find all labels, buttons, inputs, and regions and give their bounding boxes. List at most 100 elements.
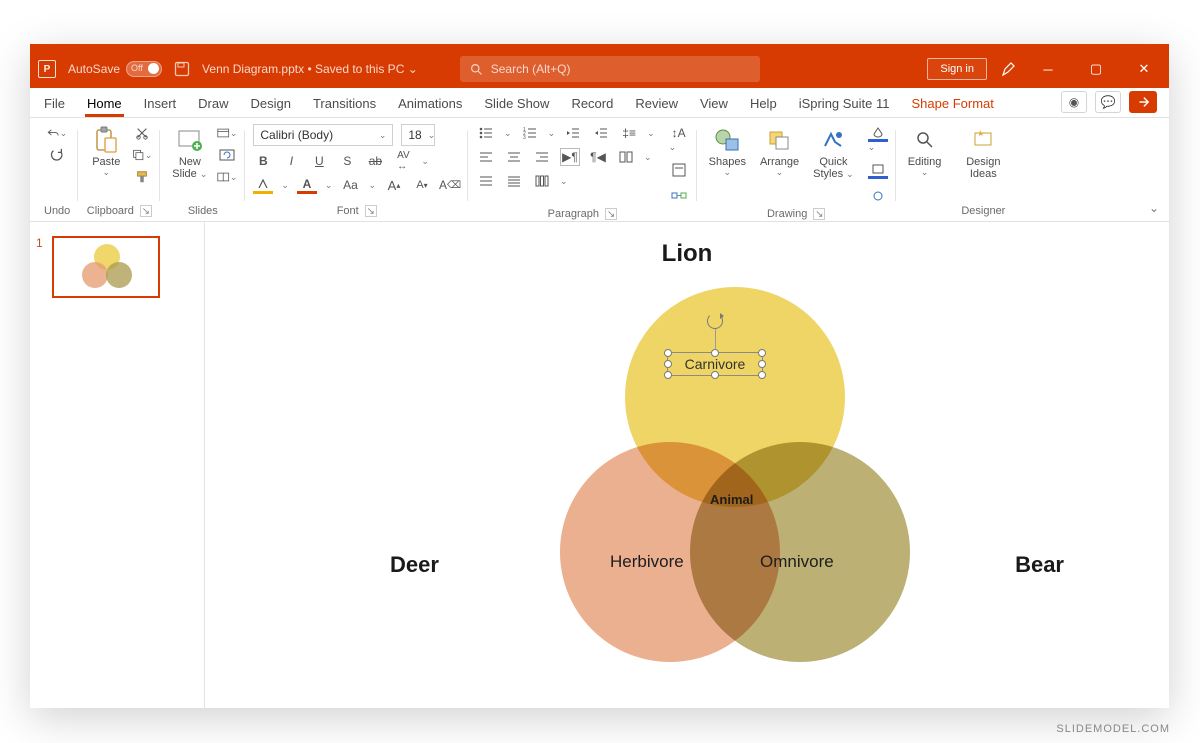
tab-design[interactable]: Design — [249, 90, 293, 117]
arrange-button[interactable]: Arrange⌄ — [756, 124, 803, 180]
slide-thumbnails: 1 — [30, 222, 205, 708]
close-button[interactable]: ✕ — [1127, 54, 1161, 84]
shapes-button[interactable]: Shapes⌄ — [705, 124, 750, 180]
tab-insert[interactable]: Insert — [142, 90, 179, 117]
highlight-button[interactable] — [253, 176, 273, 194]
tab-record[interactable]: Record — [569, 90, 615, 117]
selected-textbox-carnivore[interactable]: Carnivore — [667, 352, 763, 376]
font-name-select[interactable]: Calibri (Body)⌄ — [253, 124, 393, 146]
autosave-label: AutoSave — [68, 62, 120, 76]
copy-button[interactable]: ⌄ — [132, 146, 152, 164]
change-case-button[interactable]: Aa — [340, 176, 360, 194]
tab-home[interactable]: Home — [85, 90, 124, 117]
clear-format-button[interactable]: A⌫ — [440, 176, 460, 194]
format-painter-button[interactable] — [132, 168, 152, 186]
venn-circle-top[interactable] — [625, 287, 845, 507]
search-icon — [470, 63, 483, 76]
handle-tc[interactable] — [711, 349, 719, 357]
reset-button[interactable] — [217, 146, 237, 164]
indent-dec-button[interactable] — [563, 124, 583, 142]
italic-button[interactable]: I — [281, 152, 301, 170]
tab-slideshow[interactable]: Slide Show — [482, 90, 551, 117]
document-title[interactable]: Venn Diagram.pptx • Saved to this PC ⌄ — [202, 62, 418, 76]
shape-fill-button[interactable] — [868, 124, 888, 142]
redo-button[interactable] — [47, 146, 67, 164]
autosave-toggle[interactable]: AutoSave Off — [68, 61, 162, 77]
layout-button[interactable]: ⌄ — [217, 124, 237, 142]
slide-canvas[interactable]: Lion Deer Bear Herbivore Omnivore Animal… — [205, 222, 1169, 708]
handle-tr[interactable] — [758, 349, 766, 357]
tab-shape-format[interactable]: Shape Format — [910, 90, 996, 117]
text-animal[interactable]: Animal — [710, 492, 753, 507]
handle-br[interactable] — [758, 371, 766, 379]
align-left-button[interactable] — [476, 148, 496, 166]
tab-ispring[interactable]: iSpring Suite 11 — [797, 90, 892, 117]
underline-button[interactable]: U — [309, 152, 329, 170]
section-button[interactable]: ⌄ — [217, 168, 237, 186]
minimize-button[interactable]: ─ — [1031, 54, 1065, 84]
more-columns-button[interactable] — [532, 172, 552, 190]
quick-styles-button[interactable]: QuickStyles ⌄ — [809, 124, 858, 182]
font-color-button[interactable]: A — [297, 176, 317, 194]
handle-bl[interactable] — [664, 371, 672, 379]
handle-bc[interactable] — [711, 371, 719, 379]
record-indicator-button[interactable]: ◉ — [1061, 91, 1087, 113]
bullets-button[interactable] — [476, 124, 496, 142]
undo-button[interactable]: ⌄ — [47, 124, 67, 142]
numbering-button[interactable]: 123 — [520, 124, 540, 142]
tab-help[interactable]: Help — [748, 90, 779, 117]
cut-button[interactable] — [132, 124, 152, 142]
handle-tl[interactable] — [664, 349, 672, 357]
new-slide-button[interactable]: NewSlide ⌄ — [168, 124, 211, 182]
para-launcher[interactable]: ↘ — [605, 208, 617, 220]
clipboard-launcher[interactable]: ↘ — [140, 205, 152, 217]
bold-button[interactable]: B — [253, 152, 273, 170]
drawing-launcher[interactable]: ↘ — [813, 208, 825, 220]
paste-button[interactable]: Paste⌄ — [86, 124, 126, 180]
share-button[interactable] — [1129, 91, 1157, 113]
text-herbivore[interactable]: Herbivore — [610, 552, 684, 572]
align-center-button[interactable] — [504, 148, 524, 166]
design-ideas-button[interactable]: DesignIdeas — [962, 124, 1004, 182]
align-right-button[interactable] — [532, 148, 552, 166]
save-icon[interactable] — [174, 61, 190, 77]
text-omnivore[interactable]: Omnivore — [760, 552, 834, 572]
line-spacing-button[interactable]: ‡≡ — [619, 124, 639, 142]
handle-ml[interactable] — [664, 360, 672, 368]
signin-button[interactable]: Sign in — [927, 58, 987, 80]
indent-inc-button[interactable] — [591, 124, 611, 142]
rotate-handle[interactable] — [707, 313, 723, 329]
smartart-button[interactable] — [669, 187, 689, 205]
font-launcher[interactable]: ↘ — [365, 205, 377, 217]
shrink-font-button[interactable]: A▾ — [412, 176, 432, 194]
tab-animations[interactable]: Animations — [396, 90, 464, 117]
char-spacing-button[interactable]: AV↔ — [393, 152, 413, 170]
columns-button[interactable] — [616, 148, 636, 166]
search-input[interactable]: Search (Alt+Q) — [460, 56, 760, 82]
tab-view[interactable]: View — [698, 90, 730, 117]
toggle-switch[interactable]: Off — [126, 61, 162, 77]
strike-button[interactable]: ab — [365, 152, 385, 170]
pen-icon[interactable] — [1001, 61, 1017, 77]
grow-font-button[interactable]: A▴ — [384, 176, 404, 194]
font-size-select[interactable]: 18⌄ — [401, 124, 435, 146]
justify-button[interactable] — [476, 172, 496, 190]
tab-file[interactable]: File — [42, 90, 67, 117]
shape-outline-button[interactable] — [868, 161, 888, 179]
align-text-button[interactable] — [669, 161, 689, 179]
tab-transitions[interactable]: Transitions — [311, 90, 378, 117]
comments-button[interactable]: 💬 — [1095, 91, 1121, 113]
ltr-button[interactable]: ▶¶ — [560, 148, 580, 166]
editing-button[interactable]: Editing⌄ — [904, 124, 946, 180]
distributed-button[interactable] — [504, 172, 524, 190]
shadow-button[interactable]: S — [337, 152, 357, 170]
maximize-button[interactable]: ▢ — [1079, 54, 1113, 84]
slide-thumb-1[interactable] — [52, 236, 160, 298]
tab-review[interactable]: Review — [633, 90, 680, 117]
rtl-button[interactable]: ¶◀ — [588, 148, 608, 166]
text-direction-button[interactable]: ↕A — [669, 124, 689, 142]
handle-mr[interactable] — [758, 360, 766, 368]
shape-effects-button[interactable] — [868, 187, 888, 205]
collapse-ribbon-button[interactable]: ⌄ — [1149, 201, 1159, 215]
tab-draw[interactable]: Draw — [196, 90, 230, 117]
